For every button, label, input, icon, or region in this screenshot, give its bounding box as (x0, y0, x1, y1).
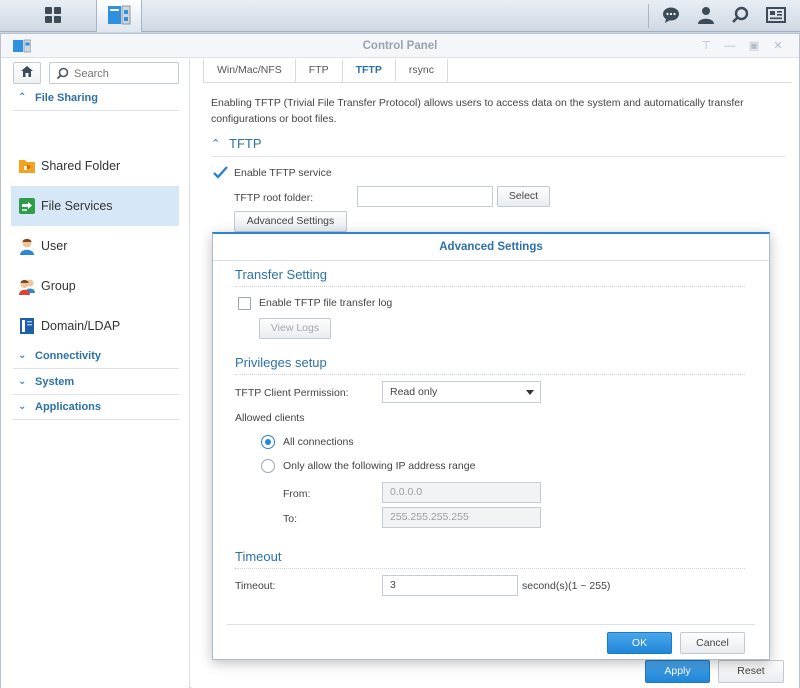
section-title: TFTP (229, 136, 262, 151)
window-titlebar[interactable]: Control Panel ⊤ — ▣ ✕ (1, 34, 799, 58)
tab-win-mac-nfs[interactable]: Win/Mac/NFS (203, 59, 296, 82)
taskbar (0, 0, 800, 32)
control-panel-icon (107, 4, 131, 29)
sidebar-item-shared-folder[interactable]: Shared Folder (11, 146, 179, 186)
all-connections-radio[interactable] (261, 435, 275, 449)
chevron-up-icon: ⌃ (211, 138, 221, 150)
transfer-log-checkbox[interactable] (238, 297, 251, 310)
domain-icon (17, 316, 37, 336)
timeout-label: Timeout: (235, 580, 276, 592)
sidebar-item-label: File Services (41, 199, 113, 213)
folder-icon (17, 156, 37, 176)
enable-tftp-checkbox[interactable] (213, 166, 228, 179)
minimize-icon[interactable]: — (723, 39, 737, 53)
tab-bar: Win/Mac/NFS FTP TFTP rsync (203, 59, 791, 83)
permission-value: Read only (390, 386, 438, 398)
apply-button[interactable]: Apply (645, 660, 710, 683)
sidebar-item-label: Shared Folder (41, 159, 121, 173)
sidebar-search[interactable] (49, 62, 179, 84)
chevron-down-icon: ⌄ (18, 376, 27, 387)
tab-rsync[interactable]: rsync (396, 59, 448, 82)
tab-ftp[interactable]: FTP (296, 59, 343, 82)
dropdown-arrow-icon (526, 390, 534, 395)
category-label: Connectivity (35, 350, 102, 362)
close-icon[interactable]: ✕ (771, 39, 785, 53)
group-icon (17, 276, 37, 296)
root-folder-input[interactable] (357, 186, 493, 207)
permission-select[interactable]: Read only (382, 381, 541, 403)
pin-icon[interactable]: ⊤ (699, 39, 713, 53)
ip-range-label: Only allow the following IP address rang… (283, 460, 476, 472)
view-logs-button[interactable]: View Logs (259, 318, 331, 339)
sidebar-item-file-services[interactable]: File Services (11, 186, 179, 226)
timeout-input[interactable]: 3 (382, 575, 518, 596)
grid-icon (44, 6, 62, 27)
tab-tftp[interactable]: TFTP (342, 59, 396, 82)
timeout-header: Timeout (235, 549, 745, 569)
cancel-button[interactable]: Cancel (680, 632, 745, 654)
category-label: System (35, 376, 75, 388)
from-label: From: (283, 488, 311, 500)
sidebar-item-group[interactable]: Group (11, 266, 179, 306)
transfer-setting-header: Transfer Setting (235, 267, 745, 287)
widgets-button[interactable] (756, 0, 796, 32)
to-label: To: (283, 513, 298, 525)
permission-label: TFTP Client Permission: (235, 387, 349, 399)
sidebar-item-label: User (41, 239, 68, 253)
search-button[interactable] (720, 0, 760, 32)
enable-tftp-label: Enable TFTP service (234, 167, 332, 179)
user-icon (17, 236, 37, 256)
search-icon (731, 6, 749, 27)
home-icon (20, 65, 34, 81)
checkmark-icon (213, 166, 228, 179)
category-label: Applications (35, 401, 102, 413)
allowed-clients-label: Allowed clients (235, 412, 305, 424)
sidebar-item-user[interactable]: User (11, 226, 179, 266)
sidebar-item-label: Group (41, 279, 76, 293)
sidebar-item-domain-ldap[interactable]: Domain/LDAP (11, 306, 179, 346)
widgets-icon (766, 6, 786, 26)
chevron-down-icon: ⌄ (18, 401, 27, 412)
user-icon (697, 6, 715, 27)
main-menu-button[interactable] (31, 0, 75, 32)
all-connections-label: All connections (283, 436, 354, 448)
maximize-icon[interactable]: ▣ (747, 39, 761, 53)
category-applications[interactable]: ⌄ Applications (13, 398, 179, 420)
from-ip-input[interactable]: 0.0.0.0 (382, 482, 541, 503)
advanced-settings-button[interactable]: Advanced Settings (234, 211, 347, 232)
home-button[interactable] (13, 62, 41, 84)
search-icon (56, 67, 69, 83)
dialog-title[interactable]: Advanced Settings (213, 234, 769, 261)
privileges-setup-header: Privileges setup (235, 355, 745, 375)
file-services-icon (17, 196, 37, 216)
advanced-settings-dialog: Advanced Settings Transfer Setting Enabl… (212, 232, 770, 660)
transfer-log-label: Enable TFTP file transfer log (259, 297, 393, 309)
ok-button[interactable]: OK (607, 632, 672, 654)
category-system[interactable]: ⌄ System (13, 373, 179, 395)
chevron-up-icon: ⌃ (18, 92, 27, 103)
root-folder-label: TFTP root folder: (234, 192, 314, 204)
timeout-unit-label: second(s)(1 ~ 255) (522, 580, 611, 592)
chevron-down-icon: ⌄ (18, 350, 27, 361)
search-input[interactable] (74, 66, 174, 81)
category-connectivity[interactable]: ⌄ Connectivity (13, 347, 179, 369)
window-title: Control Panel (362, 40, 438, 52)
dialog-footer-divider (227, 624, 755, 625)
to-ip-input[interactable]: 255.255.255.255 (382, 507, 541, 528)
category-label: File Sharing (35, 92, 98, 104)
chat-icon (662, 6, 680, 27)
ip-range-radio[interactable] (261, 459, 275, 473)
sidebar: ⌃ File Sharing Shared Folder File Servic… (1, 59, 190, 688)
tftp-section-header[interactable]: ⌃ TFTP (211, 135, 786, 157)
category-file-sharing[interactable]: ⌃ File Sharing (13, 89, 179, 111)
reset-button[interactable]: Reset (718, 660, 784, 683)
sidebar-item-label: Domain/LDAP (41, 319, 121, 333)
select-folder-button[interactable]: Select (497, 186, 550, 207)
tftp-description: Enabling TFTP (Trivial File Transfer Pro… (211, 97, 744, 125)
control-panel-taskbar-button[interactable] (96, 0, 142, 32)
